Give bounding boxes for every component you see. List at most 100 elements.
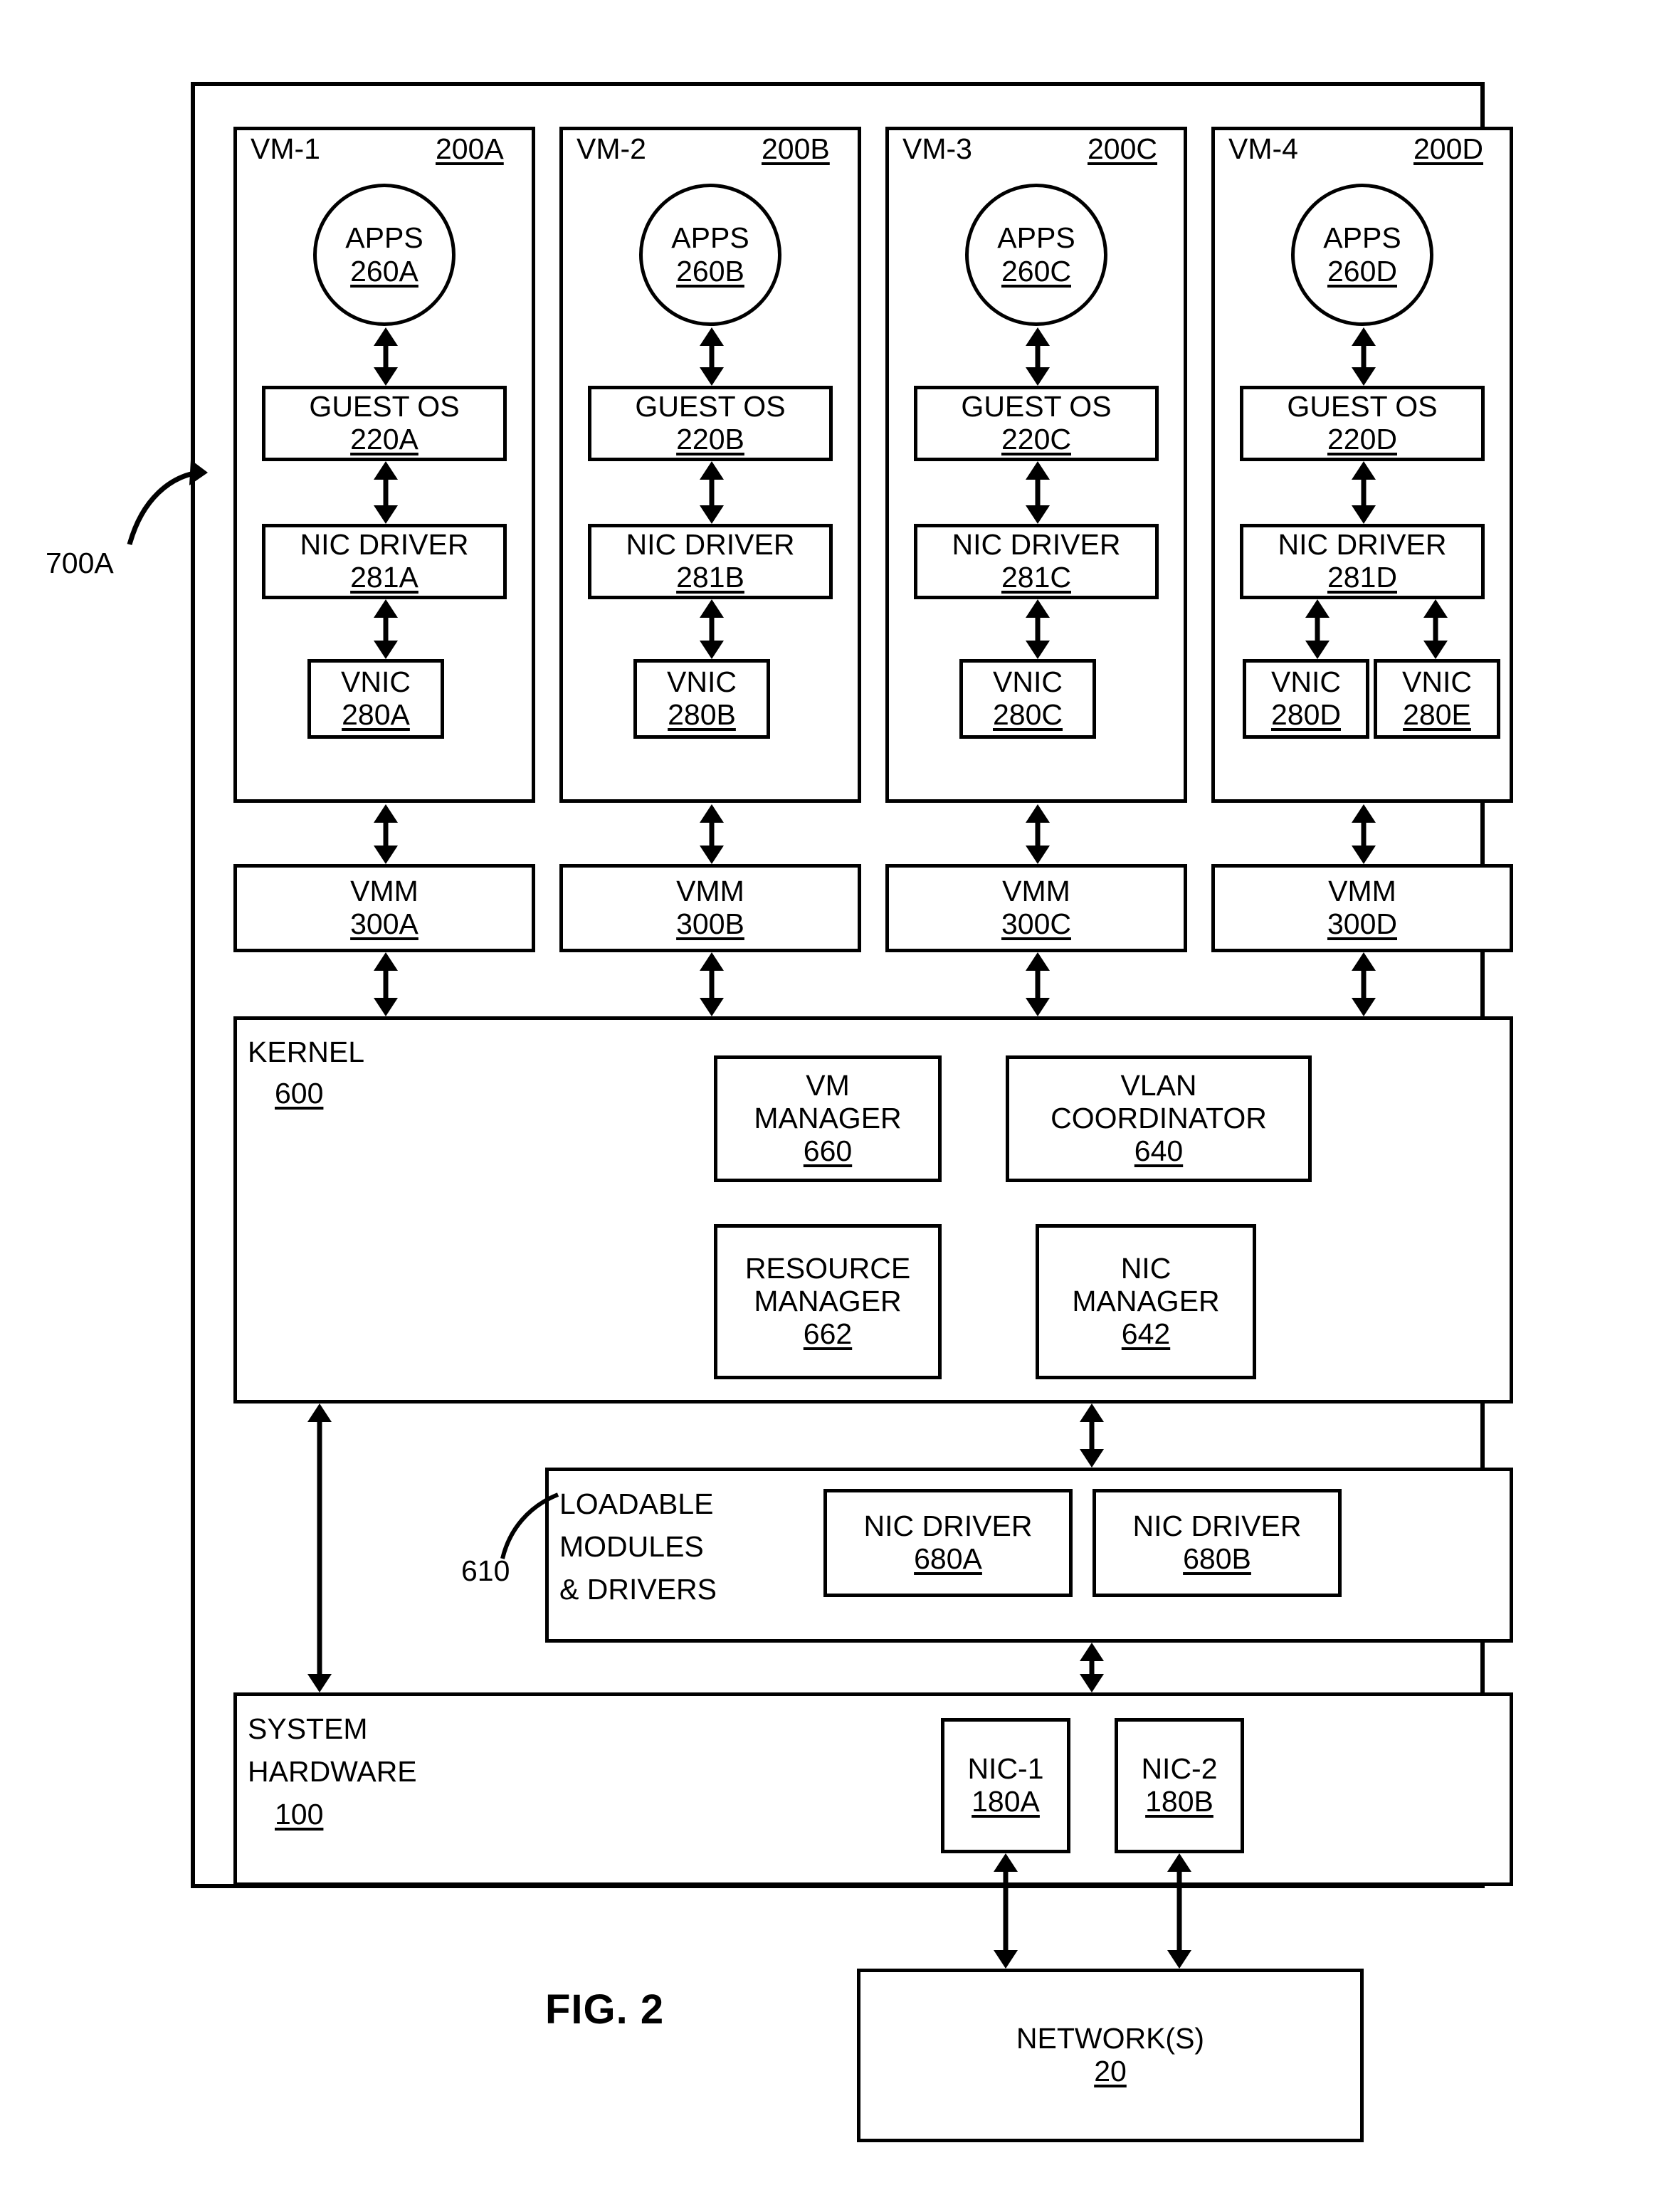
vmm-box-4: VMM 300D [1211, 864, 1513, 952]
arrow-apps-guestos-3 [1026, 327, 1050, 386]
vnic-ref-5: 280E [1403, 698, 1471, 731]
network-ref: 20 [1094, 2055, 1127, 2087]
vnic-box-4: VNIC 280D [1243, 659, 1369, 739]
arrow-nicdriver-vnic-2 [700, 599, 724, 659]
vm-ref-2: 200B [762, 132, 830, 165]
kernel-title: KERNEL [248, 1036, 365, 1068]
resource-manager-line2: MANAGER [754, 1285, 902, 1318]
nic-ref-2: 180B [1145, 1785, 1213, 1818]
vmm-ref-3: 300C [1001, 907, 1071, 940]
vm-nic-driver-ref-1: 281A [350, 561, 418, 594]
vmm-box-1: VMM 300A [233, 864, 535, 952]
kernel-module-resource-manager: RESOURCE MANAGER 662 [714, 1224, 942, 1379]
vnic-label-3: VNIC [993, 665, 1063, 699]
system-ref-leader [127, 460, 208, 545]
arrow-apps-guestos-1 [374, 327, 398, 386]
vmm-ref-1: 300A [350, 907, 418, 940]
vnic-label-5: VNIC [1402, 665, 1472, 699]
nic-manager-ref: 642 [1121, 1317, 1171, 1350]
arrow-vm-vmm-2 [700, 804, 724, 864]
guest-os-box-3: GUEST OS 220C [914, 386, 1159, 461]
guest-os-ref-1: 220A [350, 423, 418, 455]
vm-ref-4: 200D [1413, 132, 1484, 165]
vm-title-4: VM-4 [1228, 132, 1298, 165]
nic-ref-1: 180A [972, 1785, 1040, 1818]
vnic-label-1: VNIC [341, 665, 411, 699]
vm-nic-driver-ref-4: 281D [1327, 561, 1397, 594]
vm-nic-driver-label-3: NIC DRIVER [952, 528, 1121, 562]
vnic-ref-4: 280D [1270, 698, 1341, 731]
apps-ref-3: 260C [1001, 255, 1071, 288]
network-label: NETWORK(S) [1016, 2022, 1205, 2055]
guest-os-ref-3: 220C [1001, 423, 1071, 455]
vm-nic-driver-label-1: NIC DRIVER [300, 528, 469, 562]
vm-nic-driver-label-2: NIC DRIVER [626, 528, 795, 562]
loadable-nic-driver-ref-2: 680B [1183, 1542, 1251, 1575]
guest-os-box-2: GUEST OS 220B [588, 386, 833, 461]
arrow-guestos-nicdriver-3 [1026, 461, 1050, 524]
arrow-vm-vmm-4 [1352, 804, 1376, 864]
vmm-label-1: VMM [350, 875, 418, 908]
arrow-vmm-kernel-1 [374, 952, 398, 1016]
arrow-kernel-system-hardware [307, 1403, 332, 1692]
apps-ellipse-4: APPS 260D [1291, 184, 1433, 326]
apps-ellipse-3: APPS 260C [965, 184, 1107, 326]
apps-label-4: APPS [1323, 221, 1401, 254]
loadable-line3: & DRIVERS [559, 1573, 717, 1606]
loadable-ref-label: 610 [461, 1554, 510, 1587]
arrow-vmm-kernel-3 [1026, 952, 1050, 1016]
vm-nic-driver-ref-3: 281C [1001, 561, 1071, 594]
system-hardware-line2: HARDWARE [248, 1755, 417, 1788]
vmm-label-2: VMM [676, 875, 744, 908]
system-ref-label: 700A [46, 547, 114, 579]
apps-ellipse-2: APPS 260B [639, 184, 781, 326]
apps-label-2: APPS [671, 221, 749, 254]
arrow-apps-guestos-2 [700, 327, 724, 386]
vnic-box-1: VNIC 280A [307, 659, 444, 739]
nic-manager-line1: NIC [1120, 1252, 1172, 1285]
arrow-vm-vmm-1 [374, 804, 398, 864]
vm-ref-3: 200C [1088, 132, 1158, 165]
vnic-box-2: VNIC 280B [633, 659, 770, 739]
vmm-label-3: VMM [1002, 875, 1070, 908]
guest-os-ref-2: 220B [676, 423, 744, 455]
kernel-module-vlan-coordinator: VLAN COORDINATOR 640 [1006, 1055, 1312, 1182]
arrow-loadable-system-hardware [1080, 1643, 1104, 1692]
loadable-nic-driver-box-1: NIC DRIVER 680A [823, 1489, 1073, 1597]
kernel-module-vm-manager: VM MANAGER 660 [714, 1055, 942, 1182]
vmm-box-3: VMM 300C [885, 864, 1187, 952]
resource-manager-ref: 662 [803, 1317, 853, 1350]
vm-title-1: VM-1 [251, 132, 320, 165]
arrow-nicdriver-vnic-4b [1423, 599, 1448, 659]
arrow-vmm-kernel-4 [1352, 952, 1376, 1016]
kernel-module-nic-manager: NIC MANAGER 642 [1036, 1224, 1256, 1379]
vmm-label-4: VMM [1328, 875, 1396, 908]
arrow-kernel-loadable [1080, 1403, 1104, 1468]
nic-label-1: NIC-1 [967, 1752, 1044, 1786]
loadable-nic-driver-label-1: NIC DRIVER [863, 1510, 1033, 1543]
vm-manager-line1: VM [806, 1069, 850, 1102]
figure-caption: FIG. 2 [545, 1986, 665, 2033]
vm-nic-driver-box-1: NIC DRIVER 281A [262, 524, 507, 599]
apps-label-1: APPS [345, 221, 423, 254]
kernel-ref: 600 [275, 1077, 324, 1110]
vnic-ref-2: 280B [668, 698, 736, 731]
guest-os-label-3: GUEST OS [961, 390, 1112, 423]
system-hardware-line1: SYSTEM [248, 1712, 368, 1745]
vnic-ref-3: 280C [992, 698, 1063, 731]
vmm-box-2: VMM 300B [559, 864, 861, 952]
apps-ref-4: 260D [1327, 255, 1397, 288]
nic-box-2: NIC-2 180B [1115, 1718, 1244, 1853]
vlan-coordinator-line1: VLAN [1120, 1069, 1197, 1102]
vlan-coordinator-ref: 640 [1134, 1134, 1184, 1167]
guest-os-box-4: GUEST OS 220D [1240, 386, 1485, 461]
vm-ref-1: 200A [436, 132, 504, 165]
vm-nic-driver-ref-2: 281B [676, 561, 744, 594]
vm-nic-driver-box-4: NIC DRIVER 281D [1240, 524, 1485, 599]
vm-nic-driver-label-4: NIC DRIVER [1278, 528, 1447, 562]
arrow-vmm-kernel-2 [700, 952, 724, 1016]
nic-label-2: NIC-2 [1141, 1752, 1218, 1786]
guest-os-label-1: GUEST OS [309, 390, 460, 423]
resource-manager-line1: RESOURCE [744, 1252, 911, 1285]
system-hardware-container [233, 1692, 1513, 1886]
